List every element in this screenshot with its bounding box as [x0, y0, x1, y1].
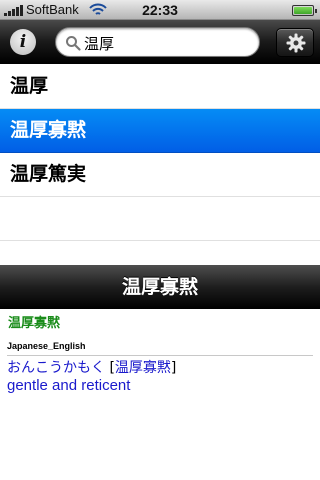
magnifier-icon	[66, 36, 81, 51]
detail-title: 温厚寡黙	[0, 265, 320, 309]
divider	[7, 355, 313, 356]
bracket-close: ]	[170, 360, 177, 376]
headword: 温厚寡黙	[8, 316, 61, 331]
dictionary-name: Japanese_English	[7, 341, 86, 351]
result-item[interactable]: 温厚	[0, 65, 320, 109]
settings-button[interactable]	[276, 28, 314, 57]
result-item[interactable]: 温厚篤実	[0, 153, 320, 197]
definition-panel: 温厚寡黙 Japanese_English おんこうかもく [温厚寡黙] gen…	[0, 309, 320, 480]
status-bar: SoftBank 22:33	[0, 0, 320, 20]
empty-row	[0, 197, 320, 241]
search-field[interactable]	[55, 27, 260, 57]
status-time: 22:33	[142, 2, 178, 18]
info-icon: i	[19, 32, 27, 52]
info-button[interactable]: i	[10, 29, 36, 55]
translation: gentle and reticent	[7, 377, 131, 394]
reading: おんこうかもく	[7, 360, 105, 376]
result-item-selected[interactable]: 温厚寡黙	[0, 109, 320, 153]
battery-icon	[292, 5, 317, 16]
search-input[interactable]	[84, 31, 254, 55]
linked-word[interactable]: 温厚寡黙	[115, 360, 171, 376]
reading-line: おんこうかもく [温厚寡黙]	[7, 359, 314, 377]
gear-icon	[286, 33, 306, 53]
result-list: 温厚 温厚寡黙 温厚篤実	[0, 65, 320, 241]
toolbar: i	[0, 20, 320, 64]
